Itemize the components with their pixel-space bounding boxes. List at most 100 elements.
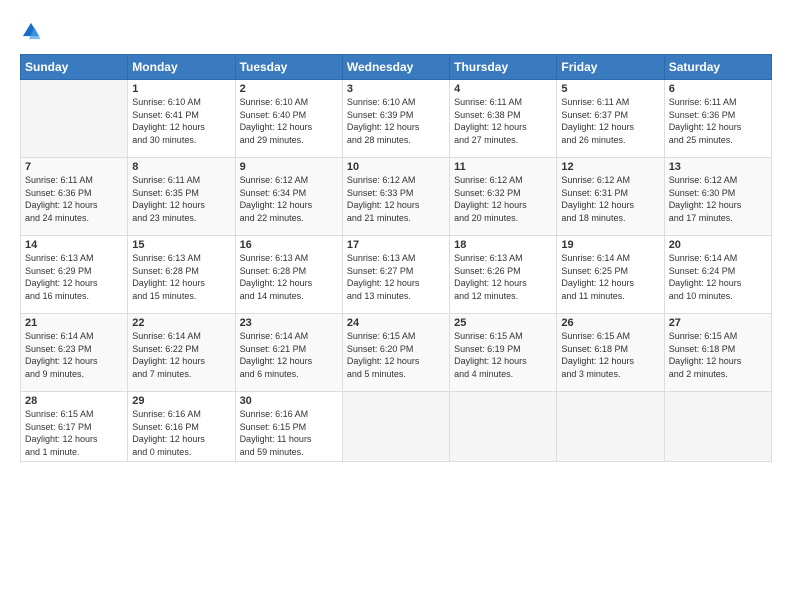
day-number: 28	[25, 395, 123, 407]
calendar-cell: 30Sunrise: 6:16 AMSunset: 6:15 PMDayligh…	[235, 392, 342, 462]
day-header-monday: Monday	[128, 55, 235, 80]
header	[20, 18, 772, 42]
day-number: 14	[25, 239, 123, 251]
calendar-cell: 28Sunrise: 6:15 AMSunset: 6:17 PMDayligh…	[21, 392, 128, 462]
day-number: 27	[669, 317, 767, 329]
week-row-1: 1Sunrise: 6:10 AMSunset: 6:41 PMDaylight…	[21, 80, 772, 158]
day-info: Sunrise: 6:14 AMSunset: 6:22 PMDaylight:…	[132, 330, 230, 380]
calendar-cell: 3Sunrise: 6:10 AMSunset: 6:39 PMDaylight…	[342, 80, 449, 158]
day-number: 22	[132, 317, 230, 329]
day-info: Sunrise: 6:14 AMSunset: 6:24 PMDaylight:…	[669, 252, 767, 302]
day-info: Sunrise: 6:10 AMSunset: 6:41 PMDaylight:…	[132, 96, 230, 146]
day-header-wednesday: Wednesday	[342, 55, 449, 80]
day-header-friday: Friday	[557, 55, 664, 80]
day-number: 15	[132, 239, 230, 251]
day-info: Sunrise: 6:14 AMSunset: 6:23 PMDaylight:…	[25, 330, 123, 380]
day-info: Sunrise: 6:11 AMSunset: 6:36 PMDaylight:…	[25, 174, 123, 224]
page: SundayMondayTuesdayWednesdayThursdayFrid…	[0, 0, 792, 612]
calendar-cell: 2Sunrise: 6:10 AMSunset: 6:40 PMDaylight…	[235, 80, 342, 158]
day-number: 24	[347, 317, 445, 329]
calendar-cell: 4Sunrise: 6:11 AMSunset: 6:38 PMDaylight…	[450, 80, 557, 158]
day-info: Sunrise: 6:10 AMSunset: 6:39 PMDaylight:…	[347, 96, 445, 146]
calendar-cell: 29Sunrise: 6:16 AMSunset: 6:16 PMDayligh…	[128, 392, 235, 462]
day-info: Sunrise: 6:12 AMSunset: 6:31 PMDaylight:…	[561, 174, 659, 224]
day-number: 13	[669, 161, 767, 173]
day-info: Sunrise: 6:15 AMSunset: 6:19 PMDaylight:…	[454, 330, 552, 380]
day-number: 11	[454, 161, 552, 173]
day-number: 3	[347, 83, 445, 95]
day-number: 1	[132, 83, 230, 95]
day-number: 17	[347, 239, 445, 251]
day-number: 4	[454, 83, 552, 95]
day-info: Sunrise: 6:13 AMSunset: 6:27 PMDaylight:…	[347, 252, 445, 302]
day-info: Sunrise: 6:15 AMSunset: 6:17 PMDaylight:…	[25, 408, 123, 458]
calendar-cell: 27Sunrise: 6:15 AMSunset: 6:18 PMDayligh…	[664, 314, 771, 392]
day-info: Sunrise: 6:15 AMSunset: 6:18 PMDaylight:…	[561, 330, 659, 380]
day-number: 12	[561, 161, 659, 173]
day-number: 10	[347, 161, 445, 173]
calendar-cell: 10Sunrise: 6:12 AMSunset: 6:33 PMDayligh…	[342, 158, 449, 236]
calendar-cell: 26Sunrise: 6:15 AMSunset: 6:18 PMDayligh…	[557, 314, 664, 392]
day-number: 21	[25, 317, 123, 329]
calendar-cell: 18Sunrise: 6:13 AMSunset: 6:26 PMDayligh…	[450, 236, 557, 314]
calendar-cell	[21, 80, 128, 158]
day-number: 20	[669, 239, 767, 251]
day-info: Sunrise: 6:12 AMSunset: 6:32 PMDaylight:…	[454, 174, 552, 224]
logo	[20, 18, 44, 42]
calendar-cell: 15Sunrise: 6:13 AMSunset: 6:28 PMDayligh…	[128, 236, 235, 314]
day-info: Sunrise: 6:15 AMSunset: 6:20 PMDaylight:…	[347, 330, 445, 380]
day-info: Sunrise: 6:11 AMSunset: 6:36 PMDaylight:…	[669, 96, 767, 146]
logo-icon	[20, 20, 42, 42]
day-header-sunday: Sunday	[21, 55, 128, 80]
day-info: Sunrise: 6:14 AMSunset: 6:21 PMDaylight:…	[240, 330, 338, 380]
day-number: 23	[240, 317, 338, 329]
day-number: 26	[561, 317, 659, 329]
calendar-cell: 21Sunrise: 6:14 AMSunset: 6:23 PMDayligh…	[21, 314, 128, 392]
day-number: 7	[25, 161, 123, 173]
day-info: Sunrise: 6:11 AMSunset: 6:37 PMDaylight:…	[561, 96, 659, 146]
day-header-tuesday: Tuesday	[235, 55, 342, 80]
day-info: Sunrise: 6:12 AMSunset: 6:34 PMDaylight:…	[240, 174, 338, 224]
calendar-cell: 12Sunrise: 6:12 AMSunset: 6:31 PMDayligh…	[557, 158, 664, 236]
calendar-cell: 9Sunrise: 6:12 AMSunset: 6:34 PMDaylight…	[235, 158, 342, 236]
calendar-cell: 5Sunrise: 6:11 AMSunset: 6:37 PMDaylight…	[557, 80, 664, 158]
day-info: Sunrise: 6:14 AMSunset: 6:25 PMDaylight:…	[561, 252, 659, 302]
day-info: Sunrise: 6:13 AMSunset: 6:28 PMDaylight:…	[240, 252, 338, 302]
week-row-4: 21Sunrise: 6:14 AMSunset: 6:23 PMDayligh…	[21, 314, 772, 392]
calendar-cell: 23Sunrise: 6:14 AMSunset: 6:21 PMDayligh…	[235, 314, 342, 392]
day-number: 9	[240, 161, 338, 173]
day-info: Sunrise: 6:13 AMSunset: 6:29 PMDaylight:…	[25, 252, 123, 302]
day-header-thursday: Thursday	[450, 55, 557, 80]
calendar-cell: 22Sunrise: 6:14 AMSunset: 6:22 PMDayligh…	[128, 314, 235, 392]
day-number: 5	[561, 83, 659, 95]
day-header-saturday: Saturday	[664, 55, 771, 80]
day-number: 25	[454, 317, 552, 329]
calendar-cell: 24Sunrise: 6:15 AMSunset: 6:20 PMDayligh…	[342, 314, 449, 392]
day-info: Sunrise: 6:12 AMSunset: 6:30 PMDaylight:…	[669, 174, 767, 224]
day-info: Sunrise: 6:15 AMSunset: 6:18 PMDaylight:…	[669, 330, 767, 380]
day-info: Sunrise: 6:13 AMSunset: 6:28 PMDaylight:…	[132, 252, 230, 302]
calendar-cell: 7Sunrise: 6:11 AMSunset: 6:36 PMDaylight…	[21, 158, 128, 236]
day-info: Sunrise: 6:16 AMSunset: 6:15 PMDaylight:…	[240, 408, 338, 458]
day-info: Sunrise: 6:13 AMSunset: 6:26 PMDaylight:…	[454, 252, 552, 302]
calendar-cell: 16Sunrise: 6:13 AMSunset: 6:28 PMDayligh…	[235, 236, 342, 314]
calendar-cell	[557, 392, 664, 462]
day-number: 19	[561, 239, 659, 251]
calendar-cell: 20Sunrise: 6:14 AMSunset: 6:24 PMDayligh…	[664, 236, 771, 314]
week-row-2: 7Sunrise: 6:11 AMSunset: 6:36 PMDaylight…	[21, 158, 772, 236]
calendar-cell: 17Sunrise: 6:13 AMSunset: 6:27 PMDayligh…	[342, 236, 449, 314]
day-number: 30	[240, 395, 338, 407]
calendar-cell	[342, 392, 449, 462]
day-number: 29	[132, 395, 230, 407]
calendar-cell: 14Sunrise: 6:13 AMSunset: 6:29 PMDayligh…	[21, 236, 128, 314]
day-info: Sunrise: 6:11 AMSunset: 6:38 PMDaylight:…	[454, 96, 552, 146]
calendar-cell	[664, 392, 771, 462]
day-info: Sunrise: 6:10 AMSunset: 6:40 PMDaylight:…	[240, 96, 338, 146]
day-info: Sunrise: 6:12 AMSunset: 6:33 PMDaylight:…	[347, 174, 445, 224]
calendar-cell	[450, 392, 557, 462]
calendar-cell: 6Sunrise: 6:11 AMSunset: 6:36 PMDaylight…	[664, 80, 771, 158]
day-number: 16	[240, 239, 338, 251]
day-number: 2	[240, 83, 338, 95]
day-info: Sunrise: 6:16 AMSunset: 6:16 PMDaylight:…	[132, 408, 230, 458]
calendar-cell: 25Sunrise: 6:15 AMSunset: 6:19 PMDayligh…	[450, 314, 557, 392]
